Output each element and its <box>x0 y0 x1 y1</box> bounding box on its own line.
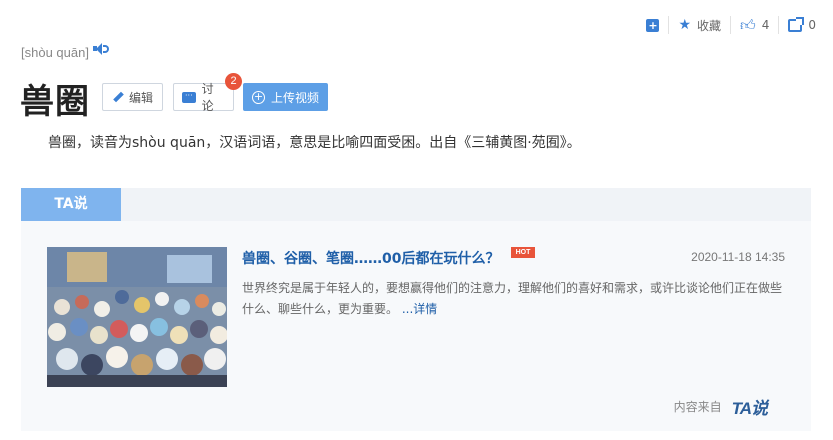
favorite-button[interactable]: ★ 收藏 <box>668 16 730 34</box>
ta-say-logo[interactable]: TA说 <box>732 394 768 419</box>
tab-ta-say[interactable]: TA说 <box>21 188 121 221</box>
chat-icon: ··· <box>182 91 196 103</box>
article-description-text: 世界终究是属于年轻人的，要想赢得他们的注意力，理解他们的喜好和需求，或许比谈论他… <box>242 281 783 316</box>
crowd-photo-image <box>47 247 227 387</box>
discuss-label: 讨论 <box>201 82 214 113</box>
edit-button[interactable]: 编辑 <box>102 83 163 111</box>
article-description: 世界终究是属于年轻人的，要想赢得他们的注意力，理解他们的喜好和需求，或许比谈论他… <box>242 278 790 320</box>
share-icon <box>788 16 805 32</box>
source-label: 内容来自 <box>673 400 722 414</box>
upload-label: 上传视频 <box>271 90 320 105</box>
edit-label: 编辑 <box>129 90 154 105</box>
content-source: 内容来自 TA说 <box>673 394 768 419</box>
thumbs-up-icon: 👍︎ <box>740 15 756 34</box>
pencil-icon <box>111 91 123 103</box>
article-date: 2020-11-18 14:35 <box>691 250 785 264</box>
details-link[interactable]: ...详情 <box>402 302 437 316</box>
favorite-label: 收藏 <box>697 18 722 33</box>
share-count: 0 <box>808 18 816 32</box>
like-count: 4 <box>761 18 770 32</box>
entry-summary: 兽圈，读音为shòu quān，汉语词语，意思是比喻四面受困。出自《三辅黄图·苑… <box>48 135 581 151</box>
ta-tab-bar: TA说 <box>21 188 811 221</box>
share-button[interactable]: 0 <box>778 16 825 34</box>
action-bar: + ★ 收藏 👍︎ 4 0 <box>637 16 825 34</box>
article-title-link[interactable]: 兽圈、谷圈、笔圈……00后都在玩什么？ <box>242 248 499 268</box>
hot-badge: HOT <box>511 247 535 258</box>
article-thumbnail[interactable] <box>47 247 227 387</box>
pinyin-text: [shòu quān] <box>21 45 89 60</box>
add-button[interactable]: + <box>637 16 668 34</box>
upload-video-button[interactable]: + 上传视频 <box>243 83 328 111</box>
star-icon: ★ <box>678 17 692 33</box>
square-plus-icon: + <box>646 18 660 32</box>
plus-circle-icon: + <box>252 89 265 104</box>
discuss-button[interactable]: ··· 讨论 <box>173 82 234 113</box>
pinyin: [shòu quān] <box>21 42 109 60</box>
page-title: 兽圈 <box>20 82 90 122</box>
discuss-count-badge: 2 <box>225 73 242 90</box>
like-button[interactable]: 👍︎ 4 <box>730 16 778 34</box>
speaker-icon[interactable] <box>92 42 109 55</box>
